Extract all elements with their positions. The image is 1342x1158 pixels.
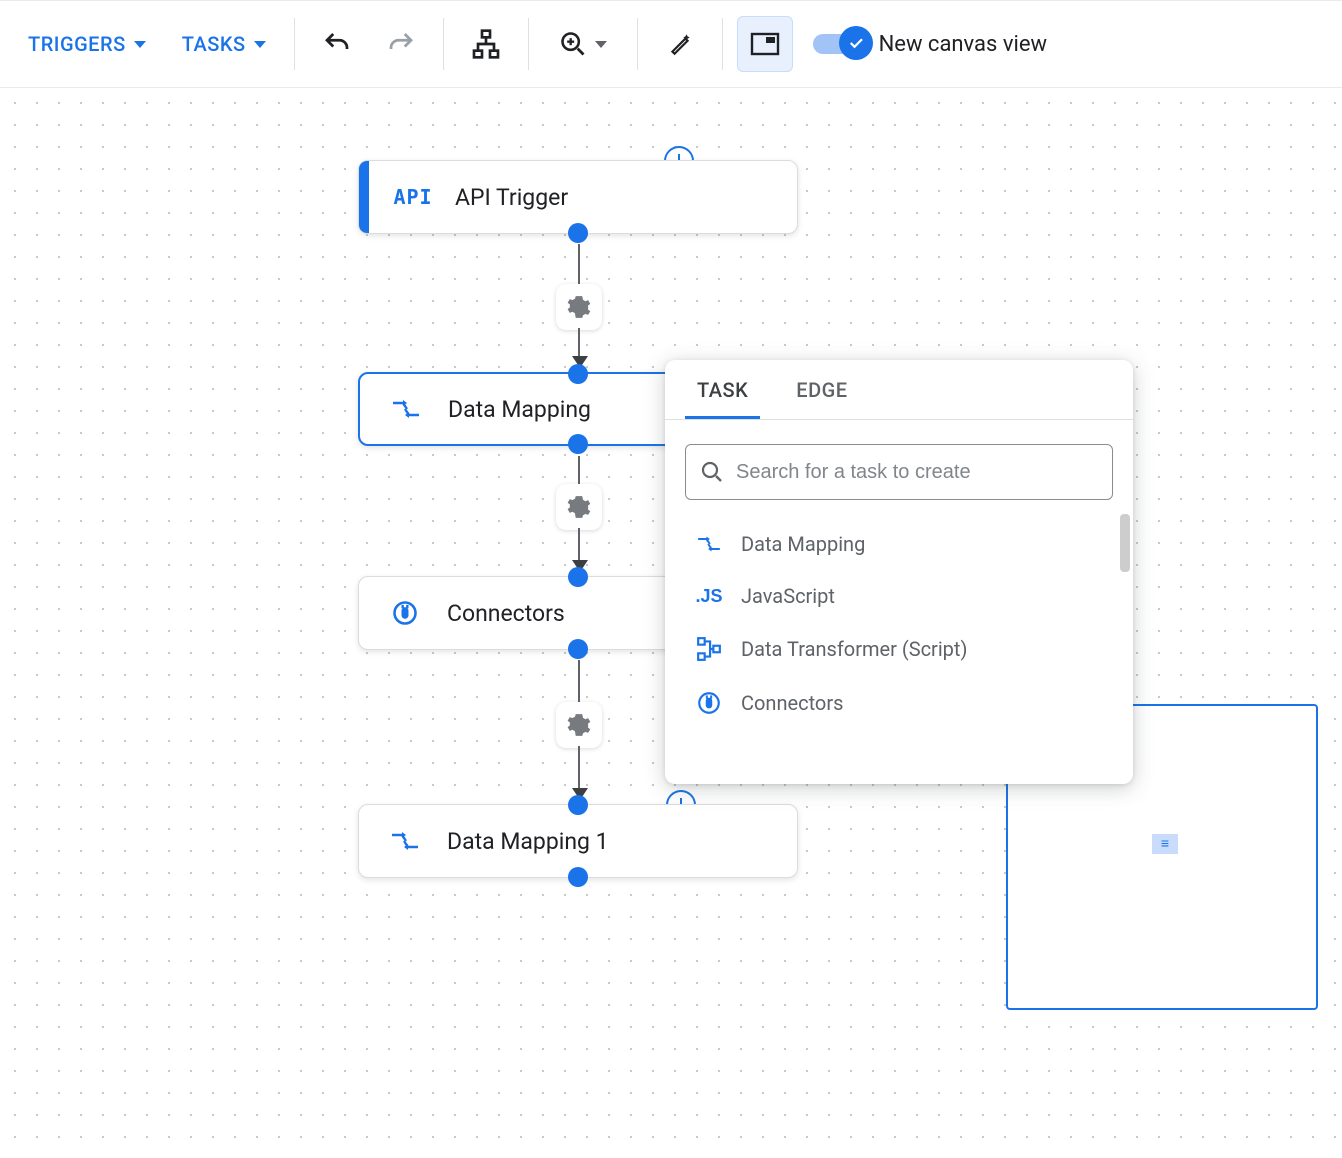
redo-button[interactable] bbox=[373, 16, 429, 72]
caret-down-icon bbox=[134, 41, 146, 48]
task-option-connectors[interactable]: Connectors bbox=[665, 676, 1133, 730]
magic-wand-icon bbox=[667, 31, 693, 57]
node-label: Connectors bbox=[447, 600, 565, 627]
search-icon bbox=[700, 460, 724, 484]
task-option-label: Connectors bbox=[741, 691, 843, 715]
tasks-label: TASKS bbox=[182, 32, 246, 56]
node-label: Data Mapping bbox=[448, 396, 591, 423]
switch-label: New canvas view bbox=[879, 32, 1047, 57]
task-picker-popup: TASK EDGE Data Mapping .JS JavaScript bbox=[665, 360, 1133, 784]
divider bbox=[637, 18, 638, 70]
trigger-accent bbox=[359, 161, 369, 233]
redo-icon bbox=[386, 29, 416, 59]
task-option-label: JavaScript bbox=[741, 584, 835, 608]
panel-toggle-button[interactable] bbox=[737, 16, 793, 72]
search-input[interactable] bbox=[736, 461, 1098, 484]
port-out[interactable] bbox=[568, 223, 588, 243]
edge bbox=[578, 660, 580, 704]
javascript-icon: .JS bbox=[695, 586, 723, 607]
task-option-label: Data Transformer (Script) bbox=[741, 637, 967, 661]
switch-knob bbox=[839, 26, 873, 60]
divider bbox=[443, 18, 444, 70]
toolbar: TRIGGERS TASKS bbox=[0, 0, 1342, 88]
task-option-javascript[interactable]: .JS JavaScript bbox=[665, 570, 1133, 622]
edge-settings-button[interactable] bbox=[556, 484, 602, 530]
check-icon bbox=[847, 34, 865, 52]
edge bbox=[578, 244, 580, 288]
task-option-data-transformer[interactable]: Data Transformer (Script) bbox=[665, 622, 1133, 676]
minimap-content-icon: ≡ bbox=[1161, 837, 1169, 851]
port-out[interactable] bbox=[568, 867, 588, 887]
api-icon: API bbox=[391, 185, 435, 209]
connectors-icon bbox=[383, 599, 427, 627]
minimap-viewport: ≡ bbox=[1152, 834, 1178, 854]
task-list[interactable]: Data Mapping .JS JavaScript Data Transfo… bbox=[665, 512, 1133, 784]
node-api-trigger[interactable]: API API Trigger bbox=[358, 160, 798, 234]
scrollbar-thumb[interactable] bbox=[1120, 514, 1130, 572]
data-mapping-icon bbox=[383, 829, 427, 853]
port-in[interactable] bbox=[568, 364, 588, 384]
undo-button[interactable] bbox=[309, 16, 365, 72]
gear-icon bbox=[566, 712, 592, 738]
panel-icon bbox=[750, 32, 780, 56]
port-in[interactable] bbox=[568, 795, 588, 815]
port-out[interactable] bbox=[568, 639, 588, 659]
gear-icon bbox=[566, 494, 592, 520]
zoom-in-icon bbox=[559, 30, 587, 58]
task-option-label: Data Mapping bbox=[741, 532, 865, 556]
gear-icon bbox=[566, 294, 592, 320]
data-mapping-icon bbox=[695, 534, 723, 554]
triggers-label: TRIGGERS bbox=[28, 32, 126, 56]
port-out[interactable] bbox=[568, 434, 588, 454]
divider bbox=[528, 18, 529, 70]
data-transformer-icon bbox=[695, 636, 723, 662]
edge-settings-button[interactable] bbox=[556, 702, 602, 748]
tab-edge[interactable]: EDGE bbox=[784, 360, 859, 419]
layout-button[interactable] bbox=[458, 16, 514, 72]
tab-task[interactable]: TASK bbox=[685, 360, 760, 419]
edge-settings-button[interactable] bbox=[556, 284, 602, 330]
divider bbox=[294, 18, 295, 70]
edge bbox=[578, 528, 580, 562]
zoom-dropdown[interactable] bbox=[543, 16, 623, 72]
triggers-dropdown[interactable]: TRIGGERS bbox=[10, 22, 164, 66]
edge bbox=[578, 328, 580, 358]
tasks-dropdown[interactable]: TASKS bbox=[164, 22, 284, 66]
canvas[interactable]: API API Trigger Data Mapping Connectors bbox=[0, 88, 1342, 1158]
popup-tabs: TASK EDGE bbox=[665, 360, 1133, 420]
data-mapping-icon bbox=[384, 397, 428, 421]
port-in[interactable] bbox=[568, 567, 588, 587]
search-field-wrap[interactable] bbox=[685, 444, 1113, 500]
undo-icon bbox=[322, 29, 352, 59]
task-option-data-mapping[interactable]: Data Mapping bbox=[665, 518, 1133, 570]
node-label: Data Mapping 1 bbox=[447, 828, 609, 855]
node-label: API Trigger bbox=[455, 184, 568, 211]
caret-down-icon bbox=[254, 41, 266, 48]
edge bbox=[578, 456, 580, 486]
caret-down-icon bbox=[595, 41, 607, 48]
connectors-icon bbox=[695, 690, 723, 716]
layout-icon bbox=[470, 28, 502, 60]
magic-wand-button[interactable] bbox=[652, 16, 708, 72]
new-canvas-switch[interactable]: New canvas view bbox=[813, 32, 1047, 57]
divider bbox=[722, 18, 723, 70]
node-data-mapping-1[interactable]: Data Mapping 1 bbox=[358, 804, 798, 878]
switch-track bbox=[813, 34, 867, 54]
edge bbox=[578, 746, 580, 790]
